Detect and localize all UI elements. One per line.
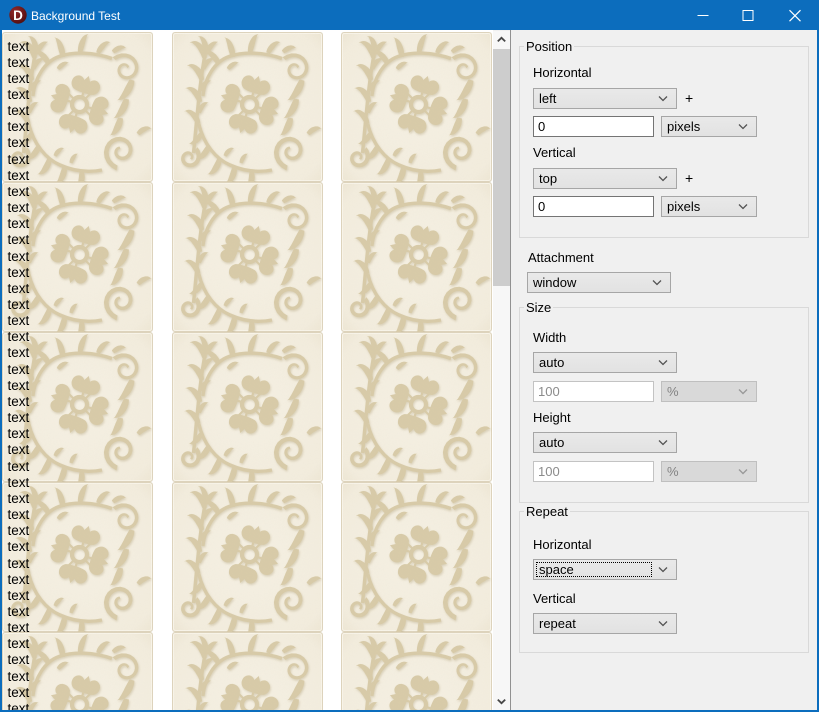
svg-text:D: D — [13, 8, 23, 23]
